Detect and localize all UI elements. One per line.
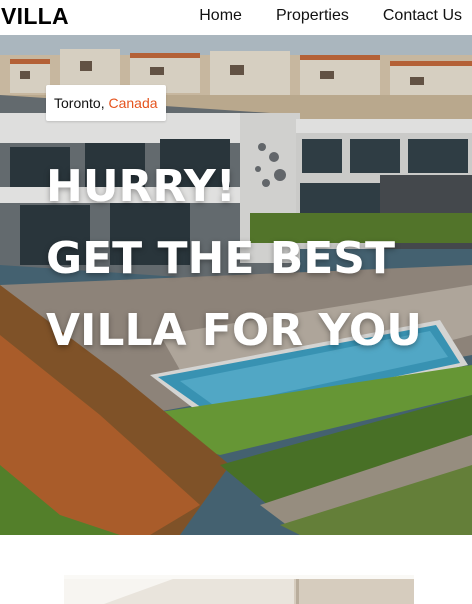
nav-link-home[interactable]: Home xyxy=(199,6,242,26)
headline-line-2: GET THE BEST xyxy=(46,233,396,284)
main-nav: Home Properties Contact Us xyxy=(199,6,462,26)
nav-link-contact-us[interactable]: Contact Us xyxy=(383,6,462,26)
headline-line-3: VILLA FOR YOU xyxy=(46,305,422,356)
hero-banner: Toronto, Canada HURRY! GET THE BEST VILL… xyxy=(0,35,472,535)
site-logo[interactable]: VILLA xyxy=(1,3,69,29)
location-country: Canada xyxy=(108,95,158,111)
nav-link-properties[interactable]: Properties xyxy=(276,6,349,26)
interior-image xyxy=(64,575,414,604)
interior-preview-image xyxy=(64,575,414,604)
hero-headline: HURRY! GET THE BEST VILLA FOR YOU xyxy=(46,151,456,367)
headline-line-1: HURRY! xyxy=(46,161,236,212)
site-header: VILLA Home Properties Contact Us xyxy=(0,0,472,35)
location-badge: Toronto, Canada xyxy=(46,85,166,121)
location-city: Toronto, xyxy=(54,95,105,111)
